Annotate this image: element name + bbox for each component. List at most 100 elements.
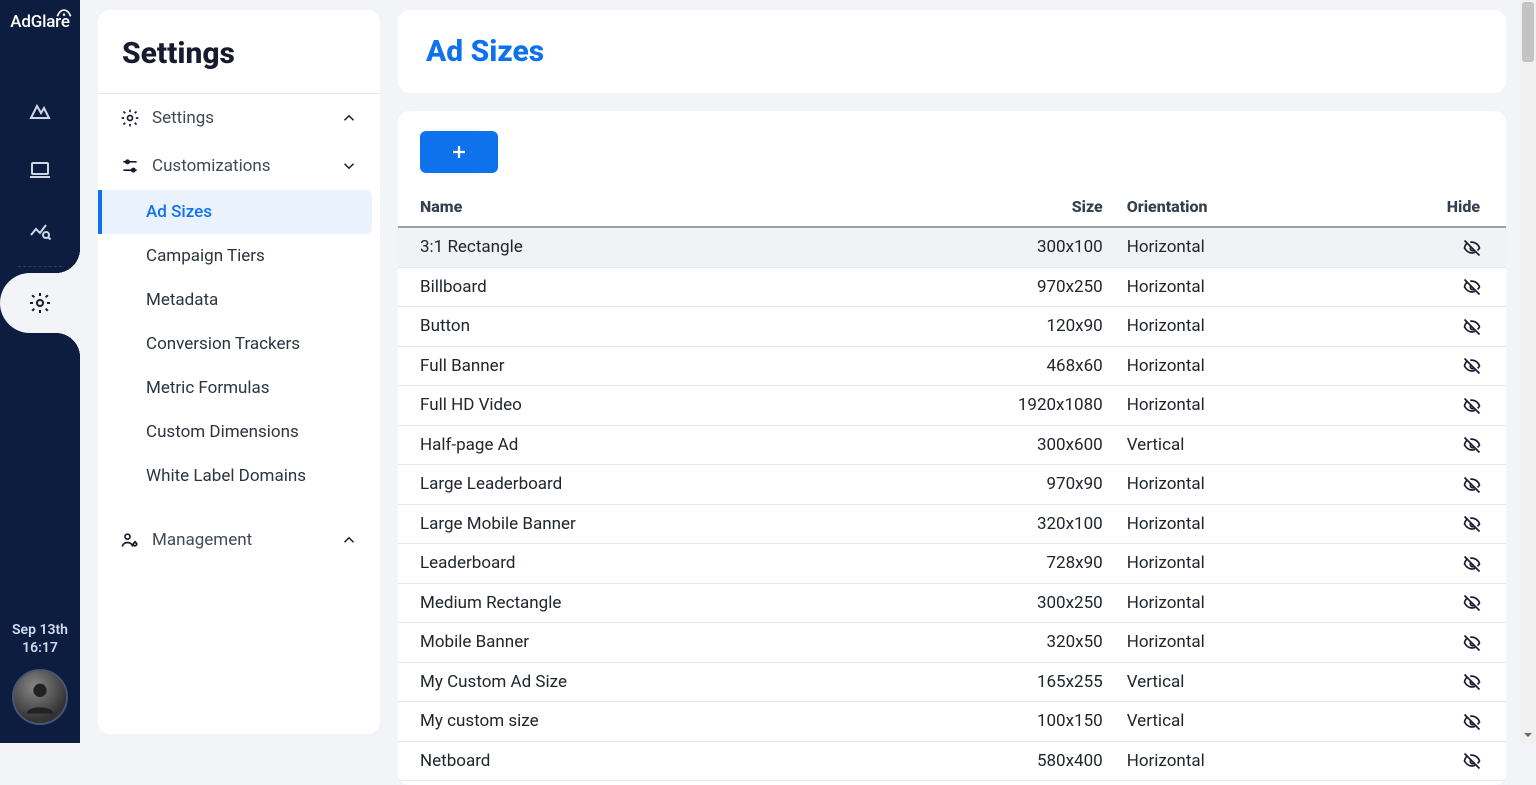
rail-date-line1: Sep 13th: [12, 621, 68, 639]
sidebar-title: Settings: [98, 10, 380, 94]
sidebar-item-metric-formulas[interactable]: Metric Formulas: [98, 366, 380, 410]
table-row[interactable]: Button120x90Horizontal: [398, 307, 1506, 347]
gear-icon: [120, 108, 140, 128]
cell-hide: [1435, 346, 1506, 386]
eye-off-icon[interactable]: [1462, 751, 1482, 771]
rail-nav-dashboard[interactable]: [0, 80, 80, 140]
sidebar-section-settings[interactable]: Settings: [98, 94, 380, 142]
scrollbar[interactable]: [1520, 0, 1536, 743]
table-row[interactable]: Netboard580x400Horizontal: [398, 741, 1506, 781]
cell-size: 580x400: [975, 741, 1115, 781]
table-row[interactable]: Billboard970x250Horizontal: [398, 267, 1506, 307]
cell-size: 320x50: [975, 623, 1115, 663]
sidebar-item-label: Ad Sizes: [146, 202, 212, 222]
cell-size: 165x255: [975, 662, 1115, 702]
sidebar-item-label: Metadata: [146, 290, 218, 310]
cell-size: 300x100: [975, 227, 1115, 267]
eye-off-icon[interactable]: [1462, 396, 1482, 416]
col-hide[interactable]: Hide: [1435, 187, 1506, 227]
sidebar-item-metadata[interactable]: Metadata: [98, 278, 380, 322]
settings-sidebar: Settings Settings Customizations Ad Size…: [98, 10, 380, 734]
cell-size: 728x90: [975, 544, 1115, 584]
avatar-icon: [20, 677, 60, 717]
eye-off-icon[interactable]: [1462, 712, 1482, 732]
cell-name: My Custom Ad Size: [398, 662, 975, 702]
sidebar-item-ad-sizes[interactable]: Ad Sizes: [98, 190, 372, 234]
cell-name: Large Mobile Banner: [398, 504, 975, 544]
add-button[interactable]: [420, 131, 498, 173]
rail-datetime: Sep 13th 16:17: [12, 621, 68, 657]
cell-name: Full HD Video: [398, 386, 975, 426]
table-row[interactable]: Full HD Video1920x1080Horizontal: [398, 386, 1506, 426]
chevron-up-icon: [340, 109, 358, 127]
cell-orientation: Horizontal: [1115, 346, 1435, 386]
col-name[interactable]: Name: [398, 187, 975, 227]
cell-hide: [1435, 465, 1506, 505]
sidebar-section-customizations[interactable]: Customizations: [98, 142, 380, 190]
cell-orientation: Horizontal: [1115, 267, 1435, 307]
eye-off-icon[interactable]: [1462, 514, 1482, 534]
cell-hide: [1435, 544, 1506, 584]
eye-off-icon[interactable]: [1462, 554, 1482, 574]
table-row[interactable]: My Custom Ad Size165x255Vertical: [398, 662, 1506, 702]
col-orientation[interactable]: Orientation: [1115, 187, 1435, 227]
avatar[interactable]: [12, 669, 68, 725]
cell-hide: [1435, 662, 1506, 702]
cell-name: Netboard: [398, 741, 975, 781]
eye-off-icon[interactable]: [1462, 633, 1482, 653]
table-row[interactable]: Large Mobile Banner320x100Horizontal: [398, 504, 1506, 544]
table-row[interactable]: Mobile Banner320x50Horizontal: [398, 623, 1506, 663]
table-row[interactable]: Half-page Ad300x600Vertical: [398, 425, 1506, 465]
sidebar-section-label: Management: [152, 530, 252, 550]
eye-off-icon[interactable]: [1462, 317, 1482, 337]
cell-orientation: Vertical: [1115, 702, 1435, 742]
rail-nav-websites[interactable]: [0, 140, 80, 200]
cell-orientation: Horizontal: [1115, 504, 1435, 544]
eye-off-icon[interactable]: [1462, 238, 1482, 258]
scrollbar-down-arrow[interactable]: [1520, 727, 1536, 743]
chart-search-icon: [28, 218, 52, 242]
cell-orientation: Horizontal: [1115, 623, 1435, 663]
eye-off-icon[interactable]: [1462, 672, 1482, 692]
sidebar-item-white-label-domains[interactable]: White Label Domains: [98, 454, 380, 498]
table-row[interactable]: My custom size100x150Vertical: [398, 702, 1506, 742]
sidebar-item-custom-dimensions[interactable]: Custom Dimensions: [98, 410, 380, 454]
eye-off-icon[interactable]: [1462, 277, 1482, 297]
rail-nav-settings[interactable]: [0, 273, 80, 333]
table-row[interactable]: Leaderboard728x90Horizontal: [398, 544, 1506, 584]
sidebar-item-campaign-tiers[interactable]: Campaign Tiers: [98, 234, 380, 278]
main-content: Ad Sizes Name Size Orientation Hide 3:1 …: [398, 10, 1506, 785]
table-row[interactable]: Medium Rectangle300x250Horizontal: [398, 583, 1506, 623]
cell-hide: [1435, 504, 1506, 544]
cell-name: Half-page Ad: [398, 425, 975, 465]
table-row[interactable]: Full Banner468x60Horizontal: [398, 346, 1506, 386]
table-row[interactable]: Large Leaderboard970x90Horizontal: [398, 465, 1506, 505]
sidebar-section-management[interactable]: Management: [98, 516, 380, 564]
cell-size: 1920x1080: [975, 386, 1115, 426]
cell-orientation: Horizontal: [1115, 227, 1435, 267]
cell-orientation: Horizontal: [1115, 741, 1435, 781]
cell-size: 300x600: [975, 425, 1115, 465]
sidebar-item-conversion-trackers[interactable]: Conversion Trackers: [98, 322, 380, 366]
brand-logo: AdGlare: [10, 12, 70, 32]
cell-hide: [1435, 425, 1506, 465]
cell-size: 320x100: [975, 504, 1115, 544]
eye-off-icon[interactable]: [1462, 593, 1482, 613]
cell-hide: [1435, 623, 1506, 663]
col-size[interactable]: Size: [975, 187, 1115, 227]
scrollbar-thumb[interactable]: [1522, 2, 1534, 62]
table-row[interactable]: 3:1 Rectangle300x100Horizontal: [398, 227, 1506, 267]
cell-name: 3:1 Rectangle: [398, 227, 975, 267]
ad-sizes-table: Name Size Orientation Hide 3:1 Rectangle…: [398, 187, 1506, 781]
cell-orientation: Horizontal: [1115, 386, 1435, 426]
cell-orientation: Vertical: [1115, 662, 1435, 702]
cell-size: 468x60: [975, 346, 1115, 386]
eye-off-icon[interactable]: [1462, 356, 1482, 376]
cell-hide: [1435, 702, 1506, 742]
cell-hide: [1435, 583, 1506, 623]
cell-name: My custom size: [398, 702, 975, 742]
chevron-down-icon: [340, 157, 358, 175]
eye-off-icon[interactable]: [1462, 435, 1482, 455]
rail-date-line2: 16:17: [12, 639, 68, 657]
eye-off-icon[interactable]: [1462, 475, 1482, 495]
